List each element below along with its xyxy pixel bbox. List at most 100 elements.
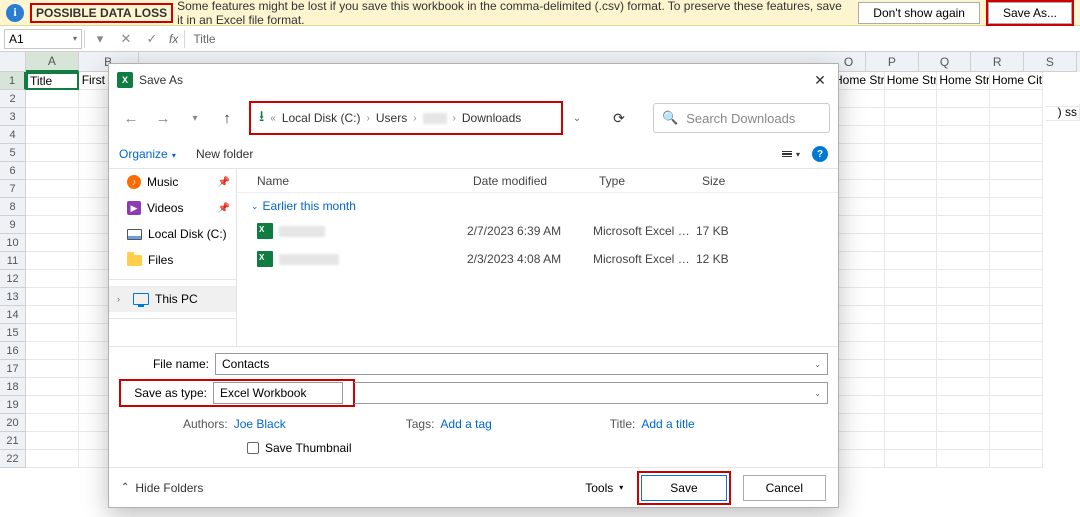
sidebar-item-files[interactable]: Files	[109, 247, 236, 273]
cell[interactable]	[832, 414, 885, 432]
cell[interactable]	[832, 360, 885, 378]
col-header[interactable]: R	[971, 52, 1024, 72]
path-downloads[interactable]: Downloads	[462, 111, 521, 125]
row-header[interactable]: 7	[0, 180, 26, 198]
col-header[interactable]: P	[866, 52, 919, 72]
cell[interactable]	[990, 108, 1043, 126]
fx-label[interactable]: fx	[169, 32, 178, 46]
cell[interactable]	[885, 360, 938, 378]
col-date[interactable]: Date modified	[473, 174, 599, 188]
sidebar-item-thispc[interactable]: › This PC	[109, 286, 236, 312]
cell[interactable]	[832, 234, 885, 252]
row-header[interactable]: 20	[0, 414, 26, 432]
row-header[interactable]: 13	[0, 288, 26, 306]
thumbnail-checkbox[interactable]	[247, 442, 259, 454]
cell[interactable]	[885, 126, 938, 144]
cell[interactable]: Home Stre	[885, 72, 938, 90]
title-value[interactable]: Add a title	[641, 417, 694, 431]
cell[interactable]	[937, 90, 990, 108]
cell[interactable]	[937, 342, 990, 360]
cell[interactable]	[832, 198, 885, 216]
cell[interactable]	[990, 216, 1043, 234]
cell[interactable]	[990, 324, 1043, 342]
cell[interactable]	[832, 180, 885, 198]
cell[interactable]	[26, 342, 79, 360]
cell[interactable]	[990, 198, 1043, 216]
cell[interactable]	[26, 252, 79, 270]
cell[interactable]	[26, 144, 79, 162]
cell[interactable]	[26, 414, 79, 432]
tags-value[interactable]: Add a tag	[440, 417, 491, 431]
select-all-corner[interactable]	[0, 52, 26, 72]
row-header[interactable]: 14	[0, 306, 26, 324]
cell[interactable]	[937, 324, 990, 342]
cell[interactable]	[885, 288, 938, 306]
row-header[interactable]: 5	[0, 144, 26, 162]
cell[interactable]	[937, 162, 990, 180]
cell[interactable]	[937, 144, 990, 162]
row-header[interactable]: 8	[0, 198, 26, 216]
sidebar-item-music[interactable]: ♪ Music 📌	[109, 169, 236, 195]
cell[interactable]	[990, 378, 1043, 396]
cell[interactable]	[885, 432, 938, 450]
row-header[interactable]: 6	[0, 162, 26, 180]
cell[interactable]	[937, 270, 990, 288]
row-header[interactable]: 21	[0, 432, 26, 450]
cell[interactable]	[26, 234, 79, 252]
expand-icon[interactable]: ▾	[87, 28, 113, 50]
cell[interactable]	[885, 306, 938, 324]
cell[interactable]	[885, 108, 938, 126]
chevron-down-icon[interactable]: ▾	[181, 104, 209, 132]
cell[interactable]	[832, 162, 885, 180]
tools-button[interactable]: Tools ▾	[585, 481, 623, 495]
save-button[interactable]: Save	[641, 475, 726, 501]
cell[interactable]	[832, 378, 885, 396]
file-row[interactable]: 2/7/2023 6:39 AM Microsoft Excel W... 17…	[237, 217, 838, 245]
chevron-right-icon[interactable]: ›	[117, 294, 127, 304]
file-row[interactable]: 2/3/2023 4:08 AM Microsoft Excel W... 12…	[237, 245, 838, 273]
cell[interactable]	[937, 108, 990, 126]
cell[interactable]	[937, 234, 990, 252]
cell[interactable]	[832, 306, 885, 324]
cell[interactable]	[937, 252, 990, 270]
cell[interactable]	[26, 180, 79, 198]
up-icon[interactable]: ↑	[213, 104, 241, 132]
sidebar-item-videos[interactable]: ▶ Videos 📌	[109, 195, 236, 221]
cell[interactable]	[990, 414, 1043, 432]
cell[interactable]	[26, 126, 79, 144]
cell[interactable]	[26, 90, 79, 108]
cell[interactable]	[937, 378, 990, 396]
close-icon[interactable]: ✕	[810, 70, 830, 90]
dont-show-again-button[interactable]: Don't show again	[858, 2, 980, 24]
cell[interactable]	[990, 396, 1043, 414]
chevron-down-icon[interactable]: ▾	[73, 34, 77, 43]
cell[interactable]	[26, 360, 79, 378]
cell[interactable]	[26, 288, 79, 306]
cell[interactable]	[26, 378, 79, 396]
cell[interactable]	[26, 306, 79, 324]
file-group[interactable]: ⌄ Earlier this month	[237, 193, 838, 217]
cell[interactable]	[26, 432, 79, 450]
chevron-down-icon[interactable]: ⌄	[814, 389, 821, 398]
path-breadcrumb[interactable]: ⭳ « Local Disk (C:) › Users › › Download…	[249, 101, 563, 135]
cell[interactable]	[885, 450, 938, 468]
row-header[interactable]: 10	[0, 234, 26, 252]
new-folder-button[interactable]: New folder	[196, 147, 253, 161]
col-name[interactable]: Name	[257, 174, 473, 188]
cell[interactable]	[990, 180, 1043, 198]
col-header[interactable]: Q	[919, 52, 972, 72]
saveastype-input[interactable]: ⌄	[354, 382, 828, 404]
cell[interactable]	[832, 252, 885, 270]
formula-input[interactable]: Title	[187, 30, 1080, 48]
path-drive[interactable]: Local Disk (C:)	[282, 111, 361, 125]
name-box[interactable]: A1 ▾	[4, 29, 82, 49]
cell[interactable]	[832, 450, 885, 468]
cell[interactable]: Title	[26, 72, 79, 90]
cell[interactable]	[26, 108, 79, 126]
row-header[interactable]: 16	[0, 342, 26, 360]
cell[interactable]	[832, 342, 885, 360]
cell[interactable]	[832, 396, 885, 414]
cell[interactable]	[832, 108, 885, 126]
cell[interactable]	[885, 414, 938, 432]
cell[interactable]	[26, 396, 79, 414]
